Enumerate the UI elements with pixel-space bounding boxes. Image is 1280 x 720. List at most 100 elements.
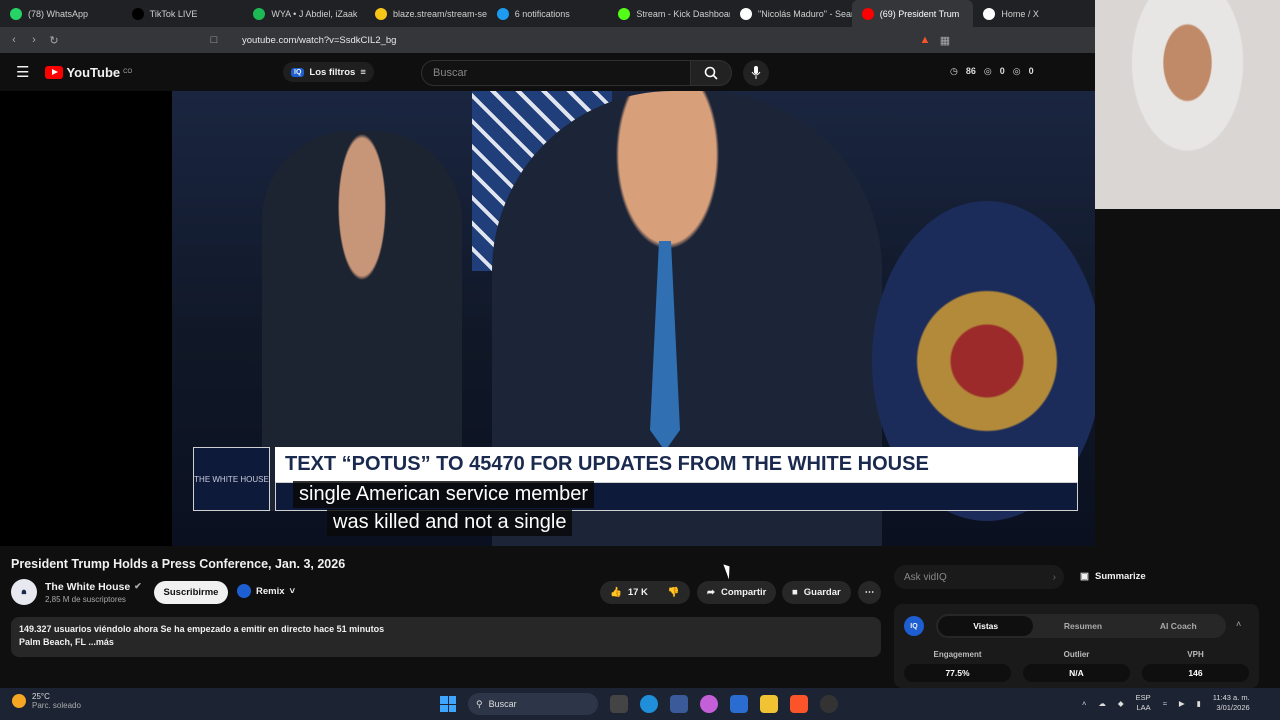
tab-resumen[interactable]: Resumen (1035, 614, 1130, 638)
mouse-cursor (723, 562, 734, 580)
url-field[interactable]: youtube.com/watch?v=SsdkCIL2_bg (242, 35, 915, 46)
favicon-icon (983, 7, 996, 20)
obs-icon[interactable] (820, 695, 838, 713)
caption-line-2: was killed and not a single (327, 509, 573, 536)
tune-icon: ≡ (360, 66, 366, 78)
metric-value: 77.5% (904, 664, 1011, 682)
bookmark-icon[interactable]: □ (204, 34, 224, 46)
stat-a: 86 (965, 66, 976, 76)
menu-icon[interactable]: ☰ (16, 63, 29, 81)
browser-tab[interactable]: Home / X (973, 0, 1095, 27)
taskbar-search[interactable]: ⚲ Buscar (468, 693, 598, 715)
metric-outlier: Outlier N/A (1023, 650, 1130, 682)
browser-tab[interactable]: TikTok LIVE (122, 0, 244, 27)
browser-tab[interactable]: Stream - Kick Dashboard (608, 0, 730, 27)
tab-label: 6 notifications (514, 8, 570, 19)
like-dislike-group: 👍 17 K 👎 (600, 581, 690, 604)
sun-icon (12, 694, 26, 708)
tab-label: blaze.stream/stream-settin (393, 8, 487, 19)
clock-time[interactable]: 11:43 a. m. (1213, 693, 1250, 703)
search-input[interactable]: Buscar (421, 60, 691, 86)
extensions-icon[interactable]: ▦ (935, 34, 955, 47)
onedrive-icon[interactable]: ☁ (1098, 699, 1106, 708)
dislike-icon[interactable]: 👎 (668, 587, 680, 598)
channel-name[interactable]: The White House (45, 581, 130, 593)
reload-icon[interactable]: ↻ (44, 34, 64, 47)
metric-label: Outlier (1063, 650, 1090, 659)
youtube-logo[interactable]: YouTube CO (45, 65, 132, 80)
favicon-icon (861, 7, 874, 20)
subscribe-button[interactable]: Suscribirme (154, 581, 228, 604)
address-bar: ‹ › ↻ □ youtube.com/watch?v=SsdkCIL2_bg … (0, 27, 1095, 53)
share-label: Compartir (720, 587, 767, 598)
search-placeholder: Buscar (433, 67, 468, 79)
like-count[interactable]: 17 K (628, 587, 648, 598)
remix-button[interactable]: Remix ˅ (237, 584, 295, 598)
edge-icon[interactable] (640, 695, 658, 713)
clock-date[interactable]: 3/01/2026 (1213, 703, 1249, 713)
wifi-icon[interactable]: ≈ (1163, 699, 1167, 708)
video-player[interactable]: THE WHITE HOUSE TEXT “POTUS” TO 45470 FO… (0, 91, 1095, 546)
stat-c: 0 (1028, 66, 1034, 76)
tab-label: Home / X (1001, 8, 1039, 19)
banner-text: TEXT “POTUS” TO 45470 FOR UPDATES FROM T… (275, 447, 1078, 482)
chevron-up-icon[interactable]: ˄ (1082, 699, 1086, 708)
more-actions-button[interactable]: ⋯ (858, 581, 881, 604)
brave-shield-icon[interactable]: ▲ (915, 34, 935, 46)
search-icon: ⚲ (476, 698, 483, 709)
mic-tray-icon[interactable]: ◆ (1118, 699, 1124, 708)
side-panel (1095, 209, 1280, 546)
browser-tab[interactable]: "Nicolás Maduro" - Searc (730, 0, 852, 27)
tab-label: Stream - Kick Dashboard (636, 8, 731, 19)
browser-tab-strip: (78) WhatsApp TikTok LIVE WYA • J Abdiel, … (0, 0, 1095, 27)
tab-label: (69) President Trum (879, 8, 960, 19)
language-1[interactable]: ESP (1136, 693, 1151, 703)
verified-icon: ✔ (134, 581, 142, 591)
volume-icon[interactable]: ▶ (1179, 699, 1185, 708)
like-icon[interactable]: 👍 (610, 587, 622, 598)
snipping-icon[interactable] (670, 695, 688, 713)
copilot-icon[interactable] (700, 695, 718, 713)
back-icon[interactable]: ‹ (4, 34, 24, 46)
logo-text: YouTube (66, 64, 121, 80)
taskbar-apps: ⚲ Buscar (440, 693, 838, 715)
voice-search-button[interactable] (743, 60, 769, 86)
weather-widget[interactable]: 25°C Parc. soleado (12, 692, 81, 710)
save-button[interactable]: ■ Guardar (782, 581, 851, 604)
caption-line-1: single American service member (293, 481, 594, 508)
search-button[interactable] (690, 60, 732, 86)
browser-tab[interactable]: (78) WhatsApp (0, 0, 122, 27)
windows-taskbar: 25°C Parc. soleado ⚲ Buscar ˄ ☁ ◆ ESP LAA ≈… (0, 688, 1280, 720)
metric-label: VPH (1187, 650, 1204, 659)
store-icon[interactable] (730, 695, 748, 713)
search-icon (704, 66, 718, 80)
description-box[interactable]: 149.327 usuarios viéndolo ahora Se ha em… (11, 617, 881, 657)
file-explorer-icon[interactable] (760, 695, 778, 713)
ask-vidiq-input[interactable]: Ask vidIQ › (894, 565, 1064, 589)
browser-tab[interactable]: blaze.stream/stream-settin (365, 0, 487, 27)
browser-tab[interactable]: WYA • J Abdiel, iZaak (243, 0, 365, 27)
metric-label: Engagement (933, 650, 982, 659)
battery-icon[interactable]: ▮ (1197, 699, 1201, 708)
subscriber-count: 2,85 M de suscriptores (45, 594, 126, 604)
language-2[interactable]: LAA (1136, 703, 1151, 713)
arrow-right-icon[interactable]: › (1053, 572, 1056, 583)
filters-button[interactable]: IQ Los filtros ≡ (283, 62, 374, 82)
browser-tab[interactable]: 6 notifications (487, 0, 609, 27)
forward-icon[interactable]: › (24, 34, 44, 46)
metric-engagement: Engagement 77.5% (904, 650, 1011, 682)
brave-icon[interactable] (790, 695, 808, 713)
chevron-up-icon[interactable]: ˄ (1236, 619, 1241, 629)
video-frame[interactable]: THE WHITE HOUSE TEXT “POTUS” TO 45470 FO… (172, 91, 1095, 546)
browser-tab[interactable]: (69) President Trum (851, 0, 974, 27)
favicon-icon (375, 7, 388, 20)
channel-avatar[interactable]: ☗ (11, 579, 37, 605)
youtube-header: ☰ YouTube CO IQ Los filtros ≡ Buscar ◷ 86… (0, 53, 1095, 91)
tab-vistas[interactable]: Vistas (938, 616, 1034, 636)
windows-start-icon[interactable] (440, 696, 456, 712)
share-button[interactable]: ➦ Compartir (697, 581, 777, 604)
clock-icon: ◷ (950, 66, 958, 76)
tab-ai-coach[interactable]: AI Coach (1131, 614, 1226, 638)
summarize-button[interactable]: ▣ Summarize (1080, 571, 1146, 582)
taskview-icon[interactable] (610, 695, 628, 713)
